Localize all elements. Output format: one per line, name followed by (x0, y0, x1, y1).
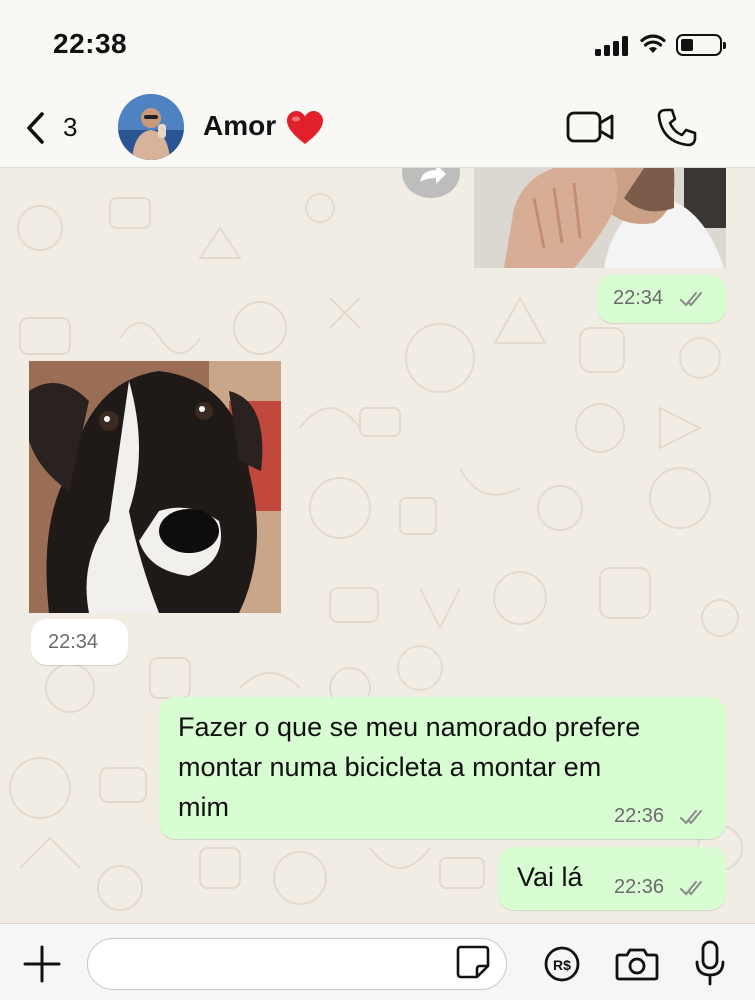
message-line: Fazer o que se meu namorado prefere (178, 712, 641, 742)
double-check-icon (680, 292, 702, 307)
message-input-bar: R$ (0, 923, 755, 1000)
forward-icon[interactable] (402, 168, 460, 198)
sticker-timestamp-bubble: 22:34 (31, 619, 128, 665)
phone-call-icon[interactable] (656, 106, 698, 148)
message-time: 22:34 (613, 287, 664, 309)
plus-icon[interactable] (22, 944, 62, 984)
message-line: montar numa bicicleta a montar em (178, 752, 602, 782)
message-time: 22:34 (48, 631, 99, 653)
wifi-icon (640, 34, 666, 53)
message-line: Vai lá (517, 862, 583, 892)
chat-area[interactable]: 22:34 22:34 Fazer o que se meu namorado … (0, 168, 755, 923)
status-bar: 22:38 (0, 0, 755, 88)
chat-header: 3 Amor (0, 88, 755, 168)
outgoing-text-message[interactable]: Fazer o que se meu namorado prefere mont… (159, 697, 726, 839)
heart-emoji (287, 111, 323, 144)
camera-icon[interactable] (615, 946, 659, 982)
video-call-icon[interactable] (566, 110, 616, 144)
unread-count[interactable]: 3 (63, 112, 77, 143)
image-timestamp-bubble: 22:34 (597, 275, 726, 323)
double-check-icon (680, 810, 702, 825)
outgoing-text-message[interactable]: Vai lá 22:36 (498, 847, 726, 910)
message-time: 22:36 (614, 805, 665, 827)
svg-text:R$: R$ (553, 957, 571, 973)
contact-name[interactable]: Amor (203, 110, 276, 142)
cellular-signal-icon (595, 36, 631, 56)
message-time: 22:36 (614, 876, 665, 898)
status-time: 22:38 (53, 28, 128, 59)
message-input[interactable] (87, 938, 507, 990)
back-chevron-icon[interactable] (18, 108, 58, 148)
battery-icon (676, 34, 726, 56)
double-check-icon (680, 881, 702, 896)
sticker-icon[interactable] (455, 944, 491, 980)
message-line: mim (178, 792, 229, 822)
outgoing-image-message[interactable] (474, 168, 726, 268)
microphone-icon[interactable] (694, 940, 726, 986)
pix-payment-icon[interactable]: R$ (543, 945, 581, 983)
avatar[interactable] (118, 94, 184, 160)
incoming-sticker[interactable] (29, 361, 281, 613)
